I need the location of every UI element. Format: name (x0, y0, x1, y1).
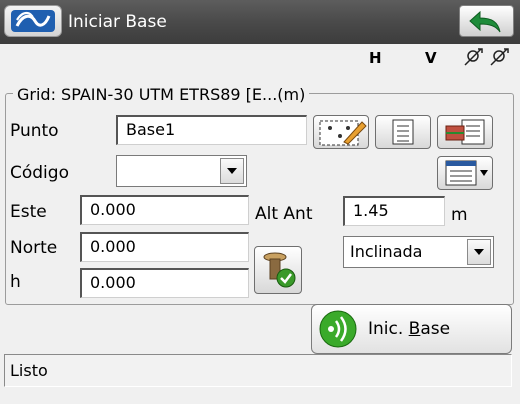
antenna-check-icon (263, 252, 296, 288)
alt-ant-input[interactable]: 1.45 (343, 196, 445, 226)
back-button[interactable] (459, 5, 514, 37)
point-list-button[interactable] (437, 115, 493, 149)
chevron-down-icon (220, 158, 244, 184)
status-text: Listo (10, 361, 48, 380)
code-list-icon (445, 160, 488, 186)
antenna-button[interactable] (254, 246, 302, 294)
codigo-select[interactable] (116, 155, 247, 187)
app-menu-button[interactable] (4, 5, 62, 37)
start-base-button[interactable]: Inic. Base (311, 304, 512, 354)
app-logo-icon (11, 10, 55, 32)
status-bar: Listo (4, 354, 512, 387)
measure-type-select[interactable]: Inclinada (343, 236, 494, 268)
este-input[interactable]: 0.000 (80, 195, 249, 225)
satellite-icon (464, 48, 509, 66)
point-list-icon (445, 119, 485, 145)
back-arrow-icon (469, 10, 501, 33)
map-pick-button[interactable] (313, 115, 369, 149)
status-strip (0, 44, 520, 72)
map-pick-icon (319, 120, 367, 146)
list-button[interactable] (375, 115, 431, 149)
measure-type-value: Inclinada (350, 242, 423, 261)
este-label: Este (10, 202, 47, 222)
codigo-label: Código (10, 163, 69, 183)
norte-label: Norte (10, 238, 58, 258)
norte-input[interactable]: 0.000 (80, 232, 249, 262)
radio-wave-icon (319, 310, 357, 348)
v-indicator: V (425, 49, 437, 67)
alt-ant-label: Alt Ant (255, 204, 313, 224)
list-icon (392, 119, 414, 145)
start-base-label: Inic. Base (368, 319, 451, 339)
grid-legend: Grid: SPAIN-30 UTM ETRS89 [E...(m) (13, 85, 310, 104)
punto-label: Punto (10, 121, 59, 141)
h-indicator: H (369, 49, 382, 67)
alt-ant-unit: m (451, 205, 468, 225)
window-title: Iniciar Base (68, 12, 167, 32)
punto-input[interactable]: Base1 (116, 115, 307, 145)
h-label: h (10, 272, 21, 292)
chevron-down-icon (467, 239, 491, 265)
code-list-button[interactable] (437, 156, 493, 190)
h-input[interactable]: 0.000 (80, 268, 249, 298)
